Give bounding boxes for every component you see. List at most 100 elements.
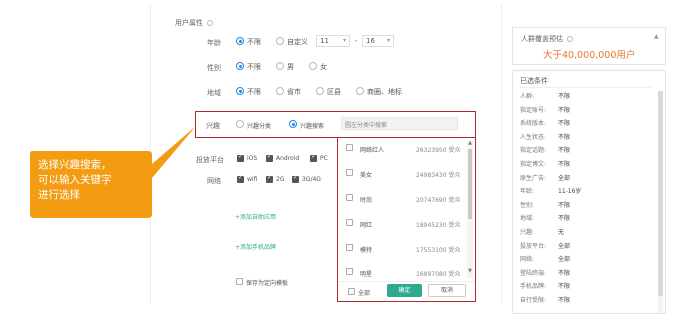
condition-key: 人生状态:: [520, 133, 547, 141]
estimate-title: 人群覆盖预估: [521, 34, 573, 44]
region-radio-district[interactable]: [316, 87, 324, 95]
gender-radio-female[interactable]: [309, 62, 317, 70]
region-radio-unlimited[interactable]: [236, 87, 244, 95]
item-checkbox[interactable]: [346, 219, 353, 226]
network-checkbox-2g[interactable]: [266, 174, 273, 183]
condition-value: 不限: [558, 269, 571, 277]
condition-row: 指定账号: 不限: [520, 105, 648, 117]
network-checkbox-wifi[interactable]: [237, 174, 244, 183]
region-option-province: 省市: [287, 88, 301, 96]
item-count: 26323950 受众: [416, 147, 461, 154]
gender-radio-unlimited[interactable]: [236, 62, 244, 70]
dropdown-scrollbar[interactable]: ▲ ▼: [467, 140, 473, 278]
save-template-label: 保存为定向模板: [246, 280, 289, 287]
condition-row: 性别: 不限: [520, 200, 648, 212]
condition-key: 指定账号:: [520, 106, 547, 114]
list-item[interactable]: 美女 24983430 受众: [340, 165, 466, 188]
interest-option-category: 兴趣分类: [247, 123, 272, 130]
region-radio-landmark[interactable]: [356, 87, 364, 95]
collapse-icon[interactable]: ▲: [654, 33, 659, 40]
condition-key: 网络:: [520, 256, 535, 264]
item-name: 美女: [360, 172, 373, 179]
condition-key: 自行受限:: [520, 297, 547, 304]
scrollbar-thumb[interactable]: [658, 91, 663, 296]
estimate-panel: 人群覆盖预估 ▲ 大于40,000,000用户: [512, 27, 666, 65]
interest-radio-category[interactable]: [236, 120, 244, 128]
scrollbar-down-icon[interactable]: ▼: [467, 268, 473, 274]
interest-option-search: 兴趣搜索: [300, 123, 325, 130]
condition-key: 投放平台:: [520, 242, 547, 250]
network-checkbox-3g4g[interactable]: [292, 174, 299, 183]
age-max-select[interactable]: 16 ▾: [362, 35, 394, 47]
platform-checkbox-ios[interactable]: [237, 153, 244, 162]
item-count: 20747690 受众: [416, 197, 461, 204]
section-title: 用户属性: [175, 18, 213, 28]
list-item[interactable]: 网红 18945230 受众: [340, 215, 466, 238]
item-count: 24983430 受众: [416, 172, 461, 179]
item-name: 时尚: [360, 197, 373, 204]
platform-checkbox-android[interactable]: [266, 153, 273, 162]
condition-key: 系统版本:: [520, 120, 547, 128]
item-checkbox[interactable]: [346, 169, 353, 176]
item-checkbox[interactable]: [346, 268, 353, 275]
conditions-divider: [519, 87, 651, 88]
condition-row: 年龄: 11-16岁: [520, 186, 648, 198]
item-count: 16897080 受众: [416, 271, 461, 278]
condition-value: 不限: [558, 297, 571, 304]
platform-option-ios: iOS: [247, 155, 258, 162]
condition-row: 人群: 不限: [520, 91, 648, 103]
select-all-checkbox[interactable]: [348, 288, 355, 295]
age-radio-custom[interactable]: [276, 37, 284, 45]
age-radio-unlimited[interactable]: [236, 37, 244, 45]
chevron-down-icon: ▾: [342, 37, 346, 44]
condition-value: 不限: [558, 133, 571, 141]
condition-row: 指定博文: 不限: [520, 159, 648, 171]
scrollbar-up-icon[interactable]: ▲: [467, 140, 473, 146]
condition-key: 登陆终端:: [520, 269, 547, 277]
condition-row: 兴趣: 无: [520, 227, 648, 239]
condition-row: 手机品牌: 不限: [520, 281, 648, 293]
list-item[interactable]: 时尚 20747690 受众: [340, 190, 466, 213]
platform-checkbox-pc[interactable]: [310, 153, 317, 162]
condition-key: 性别:: [520, 201, 535, 209]
condition-value: 不限: [558, 106, 571, 114]
list-item[interactable]: 网络红人 26323950 受众: [340, 140, 466, 163]
gender-option-female: 女: [320, 63, 327, 71]
condition-row: 系统版本: 不限: [520, 118, 648, 130]
list-item[interactable]: 明星 16897080 受众: [340, 265, 466, 280]
item-checkbox[interactable]: [346, 144, 353, 151]
condition-value: 不限: [558, 120, 571, 128]
condition-value: 不限: [558, 147, 571, 155]
dropdown-list: 网络红人 26323950 受众 美女 24983430 受众 时尚 20747…: [340, 140, 466, 280]
gender-radio-male[interactable]: [276, 62, 284, 70]
cancel-button[interactable]: 取消: [428, 284, 466, 297]
region-radio-province[interactable]: [276, 87, 284, 95]
condition-value: 不限: [558, 283, 571, 291]
age-min-select[interactable]: 11 ▾: [316, 35, 350, 47]
gender-label: 性别: [207, 64, 221, 72]
estimate-value: 大于40,000,000用户: [543, 50, 636, 61]
list-item[interactable]: 模特 17553100 受众: [340, 240, 466, 263]
conditions-panel: 已选条件 人群: 不限 指定账号: 不限 系统版本: 不限 人生状态: 不限 指定话题: 不限 指定…: [512, 70, 666, 314]
age-label: 年龄: [207, 39, 221, 47]
callout-line-3: 进行选择: [38, 189, 80, 201]
save-template-checkbox[interactable]: [236, 278, 243, 285]
gender-option-male: 男: [287, 63, 294, 71]
add-phone-brand-link[interactable]: +添加手机品牌: [235, 242, 276, 251]
condition-row: 原生广告: 全部: [520, 173, 648, 185]
add-app-link[interactable]: +添加自助应用: [235, 212, 276, 221]
item-checkbox[interactable]: [346, 194, 353, 201]
age-option-custom: 自定义: [287, 38, 308, 46]
network-label: 网络: [207, 177, 221, 185]
condition-row: 网络: 全部: [520, 254, 648, 266]
confirm-button[interactable]: 确定: [387, 284, 422, 297]
item-checkbox[interactable]: [346, 244, 353, 251]
item-name: 明星: [360, 271, 373, 278]
interest-radio-search[interactable]: [289, 120, 297, 128]
scrollbar-thumb[interactable]: [468, 149, 472, 219]
network-option-3g4g: 3G/4G: [302, 176, 321, 183]
info-icon: [207, 20, 213, 26]
conditions-scrollbar[interactable]: [658, 91, 663, 313]
interest-search-input[interactable]: 圆左分类中搜索: [341, 117, 458, 130]
item-name: 网络红人: [360, 147, 385, 154]
